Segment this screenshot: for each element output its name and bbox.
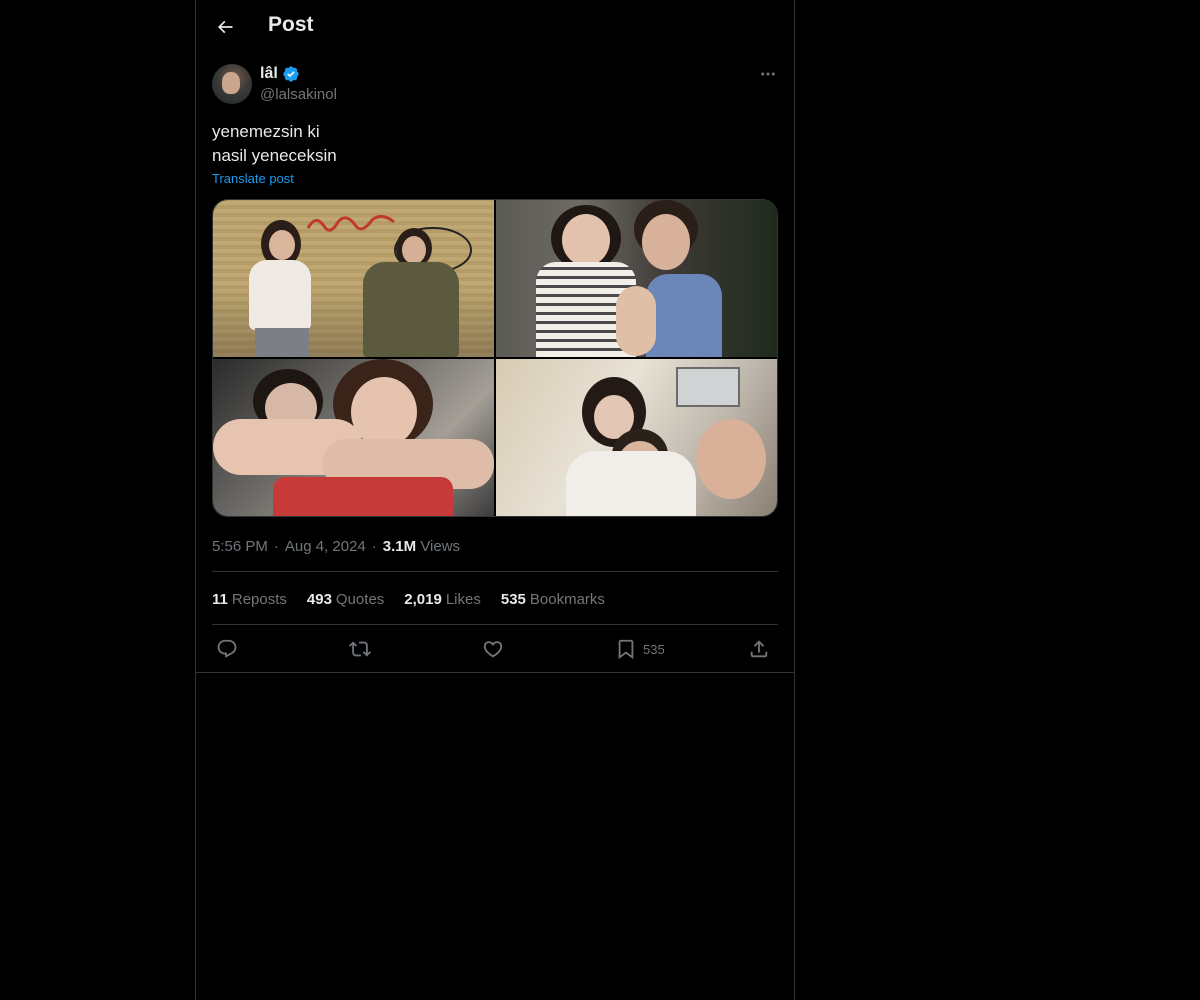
reply-icon xyxy=(217,639,237,658)
share-icon xyxy=(750,640,768,658)
post-author: lâl @lalsakinol xyxy=(212,64,778,108)
header-bar: Post xyxy=(196,0,794,53)
divider xyxy=(212,624,778,625)
stat-count: 493 xyxy=(306,590,332,608)
stat-label: Likes xyxy=(445,590,481,608)
bookmark-button[interactable]: 535 xyxy=(615,636,665,662)
like-button[interactable] xyxy=(482,636,504,662)
back-button[interactable] xyxy=(208,10,242,44)
user-handle[interactable]: @lalsakinol xyxy=(260,86,337,103)
stat-count: 535 xyxy=(500,590,526,608)
stat-reposts[interactable]: 11 Reposts xyxy=(212,591,287,608)
action-bar: 535 xyxy=(212,636,778,662)
meta-separator-2: · xyxy=(371,537,377,555)
reply-button[interactable] xyxy=(216,636,238,662)
views-count: 3.1M xyxy=(382,537,417,555)
post-time[interactable]: 5:56 PM xyxy=(212,538,268,555)
post-photo-3[interactable] xyxy=(213,359,494,516)
bookmark-count: 535 xyxy=(643,641,665,657)
stat-likes[interactable]: 2,019 Likes xyxy=(404,591,481,608)
repost-icon xyxy=(349,641,371,657)
arrow-left-icon xyxy=(217,20,233,34)
bookmark-icon xyxy=(618,639,634,660)
meta-separator-1: · xyxy=(273,537,279,555)
display-name[interactable]: lâl xyxy=(260,65,278,83)
divider xyxy=(196,672,794,673)
display-name-row: lâl xyxy=(260,64,300,84)
stat-count: 11 xyxy=(212,590,228,608)
stat-label: Reposts xyxy=(231,590,287,608)
translate-post-link[interactable]: Translate post xyxy=(212,171,294,186)
stat-bookmarks[interactable]: 535 Bookmarks xyxy=(501,591,605,608)
share-button[interactable] xyxy=(748,636,770,662)
post-meta: 5:56 PM · Aug 4, 2024 · 3.1M Views xyxy=(212,536,460,556)
views-label: Views xyxy=(420,537,461,555)
post-text-line-2: nasil yeneceksin xyxy=(212,146,337,165)
engagement-stats: 11 Reposts 493 Quotes 2,019 Likes 535 Bo… xyxy=(212,589,605,609)
more-options-button[interactable] xyxy=(758,64,778,84)
more-icon xyxy=(761,72,775,76)
verified-badge-icon[interactable] xyxy=(282,65,300,83)
post-photo-1[interactable] xyxy=(213,200,494,357)
page-title: Post xyxy=(268,13,314,36)
stat-label: Quotes xyxy=(335,590,385,608)
stat-count: 2,019 xyxy=(404,590,442,608)
post-date[interactable]: Aug 4, 2024 xyxy=(285,538,366,555)
post-photo-2[interactable] xyxy=(496,200,777,357)
avatar[interactable] xyxy=(212,64,252,104)
stat-quotes[interactable]: 493 Quotes xyxy=(307,591,384,608)
divider xyxy=(212,571,778,572)
media-grid xyxy=(212,199,778,517)
post-text-line-1: yenemezsin ki xyxy=(212,122,320,141)
post-text: yenemezsin ki nasil yeneceksin xyxy=(212,120,778,168)
stat-label: Bookmarks xyxy=(529,590,605,608)
heart-icon xyxy=(483,641,503,658)
repost-button[interactable] xyxy=(349,636,371,662)
post-photo-4[interactable] xyxy=(496,359,777,516)
post-column: Post lâl @lalsakinol yenemezsin ki nasil… xyxy=(195,0,795,1000)
